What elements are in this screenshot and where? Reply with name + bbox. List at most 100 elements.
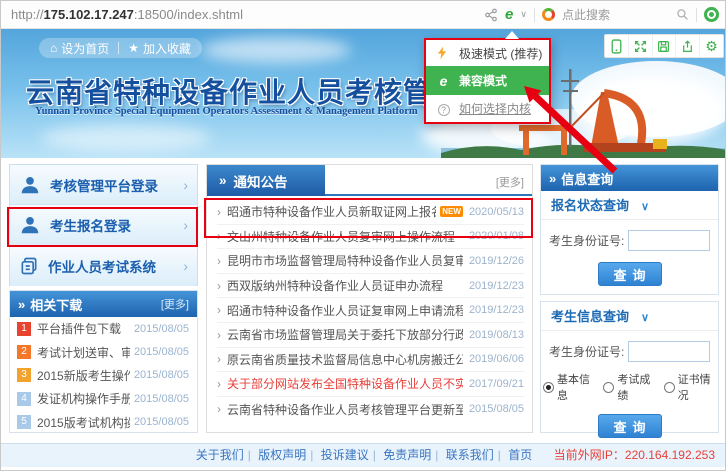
notices-more-link[interactable]: [更多]	[496, 174, 524, 190]
notices-list: ›昭通市特种设备作业人员新取证网上报名流程NEW2020/05/13 › 文山州特…	[217, 200, 524, 421]
bullet-icon: ›	[217, 377, 221, 391]
set-home-link[interactable]: ⌂设为首页	[50, 40, 109, 57]
speed-mode-label: 极速模式 (推荐)	[459, 45, 542, 62]
notice-item[interactable]: ›文山州特种设备作业人员复审网上操作流程2020/01/08	[217, 225, 524, 250]
notice-date: 2020/01/08	[463, 230, 524, 242]
rank-badge: 4	[17, 392, 31, 406]
radio-certificate[interactable]: 证书情况	[664, 371, 716, 403]
site-subtitle: Yunnan Province Special Equipment Operat…	[35, 106, 418, 117]
registration-id-input[interactable]	[628, 230, 710, 251]
notice-item[interactable]: ›关于部分网站发布全国特种设备作业人员不实信息...2017/09/21	[217, 372, 524, 397]
radio-icon	[603, 382, 614, 393]
radio-label: 考试成绩	[617, 371, 655, 403]
compat-mode-label: 兼容模式	[459, 72, 507, 89]
id-number-label: 考生身份证号:	[549, 343, 624, 360]
query-type-radio-group: 基本信息 考试成绩 证书情况	[543, 371, 716, 403]
download-item[interactable]: 2考试计划送审、审核 ...2015/08/05	[10, 340, 197, 363]
candidate-query-button[interactable]: 查询	[598, 414, 662, 438]
menu-item-speed-mode[interactable]: 极速模式 (推荐)	[426, 40, 549, 66]
notice-title: 昭通市特种设备作业人员证复审网上申请流程及相...	[227, 302, 463, 319]
registration-status-section-toggle[interactable]: 报名状态查询∨	[541, 191, 718, 220]
radio-exam-score[interactable]: 考试成绩	[603, 371, 655, 403]
registration-query-button[interactable]: 查询	[598, 262, 662, 286]
ip-label: 当前外网IP：	[554, 448, 625, 462]
kernel-help-label: 如何选择内核	[459, 100, 531, 117]
question-icon: ?	[436, 102, 451, 116]
download-date: 2015/08/05	[134, 393, 189, 405]
downloads-title: 相关下载	[30, 295, 161, 314]
bullet-icon: ›	[217, 303, 221, 317]
external-ip-readout: 当前外网IP：220.164.192.253	[554, 444, 715, 467]
share-page-button[interactable]	[676, 35, 700, 57]
notice-title-alert: 关于部分网站发布全国特种设备作业人员不实信息...	[227, 375, 463, 392]
radio-icon	[543, 382, 554, 393]
downloads-more-link[interactable]: [更多]	[161, 296, 189, 312]
search-icon[interactable]	[676, 8, 689, 21]
mobile-view-button[interactable]	[605, 35, 629, 57]
radio-icon	[664, 382, 675, 393]
bullet-icon: ›	[217, 254, 221, 268]
download-item[interactable]: 4发证机构操作手册2015/08/05	[10, 387, 197, 410]
footer-link-about[interactable]: 关于我们	[196, 448, 244, 462]
notice-item[interactable]: ›西双版纳州特种设备作业人员证申办流程2019/12/23	[217, 274, 524, 299]
sidebar-item-candidate-login[interactable]: 考生报名登录 ›	[10, 205, 197, 245]
notices-title: 通知公告	[234, 171, 288, 191]
divider: |	[498, 448, 501, 462]
mode-dropdown-chevron-icon[interactable]: ∨	[520, 9, 527, 20]
radio-basic-info[interactable]: 基本信息	[543, 371, 595, 403]
url-text[interactable]: http://175.102.17.247:18500/index.shtml	[11, 1, 243, 28]
page-tools-toolbar: ⚙	[604, 34, 724, 58]
notices-header: » 通知公告 [更多]	[207, 165, 532, 196]
menu-pointer-notch	[505, 31, 519, 39]
exam-system-label: 作业人员考试系统	[48, 256, 174, 276]
rank-badge: 3	[17, 368, 31, 382]
notice-item[interactable]: ›云南省特种设备作业人员考核管理平台更新至20...2015/08/05	[217, 397, 524, 422]
divider: |	[373, 448, 376, 462]
footer-link-copyright[interactable]: 版权声明	[258, 448, 306, 462]
browser-window: http://175.102.17.247:18500/index.shtml …	[0, 0, 726, 471]
menu-item-compat-mode[interactable]: e 兼容模式	[426, 66, 549, 95]
page-footer: 关于我们| 版权声明| 投诉建议| 免责声明| 联系我们| 首页 当前外网IP：…	[1, 443, 726, 467]
notice-item[interactable]: ›原云南省质量技术监督局信息中心机房搬迁公告2019/06/06	[217, 348, 524, 373]
sidebar-item-admin-login[interactable]: 考核管理平台登录 ›	[10, 165, 197, 205]
tab-notices[interactable]: » 通知公告	[207, 165, 325, 196]
browser-logo-icon[interactable]	[704, 7, 719, 22]
ie-mode-icon[interactable]: e	[505, 7, 513, 22]
sidebar-item-exam-system[interactable]: 作业人员考试系统 ›	[10, 246, 197, 286]
lightning-icon	[436, 46, 451, 60]
notice-title: 文山州特种设备作业人员复审网上操作流程	[227, 228, 455, 245]
info-query-panel: » 信息查询 报名状态查询∨ 考生身份证号: 查询	[540, 164, 719, 295]
notice-item[interactable]: ›昭通市特种设备作业人员新取证网上报名流程NEW2020/05/13	[217, 200, 524, 225]
notice-date: 2019/12/23	[463, 304, 524, 316]
new-badge: NEW	[440, 206, 463, 217]
share-icon[interactable]	[484, 8, 498, 22]
ie-icon: e	[436, 73, 451, 89]
download-item[interactable]: 1平台插件包下载2015/08/05	[10, 317, 197, 340]
double-chevron-icon: »	[18, 297, 25, 312]
divider: |	[435, 448, 438, 462]
footer-link-home[interactable]: 首页	[508, 448, 532, 462]
settings-button[interactable]: ⚙	[700, 35, 723, 57]
candidate-info-section-toggle[interactable]: 考生信息查询∨	[541, 302, 718, 331]
add-favorite-link[interactable]: ★加入收藏	[128, 40, 191, 57]
footer-link-contact[interactable]: 联系我们	[446, 448, 494, 462]
notice-item[interactable]: ›云南省市场监督管理局关于委托下放部分行政许可...2019/08/13	[217, 323, 524, 348]
search-placeholder-text[interactable]: 点此搜索	[562, 6, 610, 23]
footer-link-complaint[interactable]: 投诉建议	[321, 448, 369, 462]
divider	[118, 42, 119, 54]
save-page-button[interactable]	[653, 35, 677, 57]
candidate-id-input[interactable]	[628, 341, 710, 362]
chevron-down-icon: ∨	[641, 201, 649, 213]
footer-link-disclaimer[interactable]: 免责声明	[383, 448, 431, 462]
cloud	[201, 37, 351, 63]
download-item[interactable]: 52015版考试机构操...2015/08/05	[10, 411, 197, 434]
candidate-info-label: 考生信息查询	[551, 309, 629, 324]
notice-title: 云南省特种设备作业人员考核管理平台更新至20...	[227, 401, 463, 418]
download-item[interactable]: 32015新版考生操作...2015/08/05	[10, 364, 197, 387]
double-chevron-icon: »	[549, 171, 556, 186]
candidate-login-label: 考生报名登录	[50, 215, 174, 235]
fullscreen-button[interactable]	[629, 35, 653, 57]
notice-item[interactable]: ›昆明市市场监督管理局特种设备作业人员复审流程...2019/12/26	[217, 249, 524, 274]
menu-item-kernel-help[interactable]: ? 如何选择内核	[426, 95, 549, 122]
notice-item[interactable]: › 昭通市特种设备作业人员证复审网上申请流程及相...2019/12/23	[217, 298, 524, 323]
